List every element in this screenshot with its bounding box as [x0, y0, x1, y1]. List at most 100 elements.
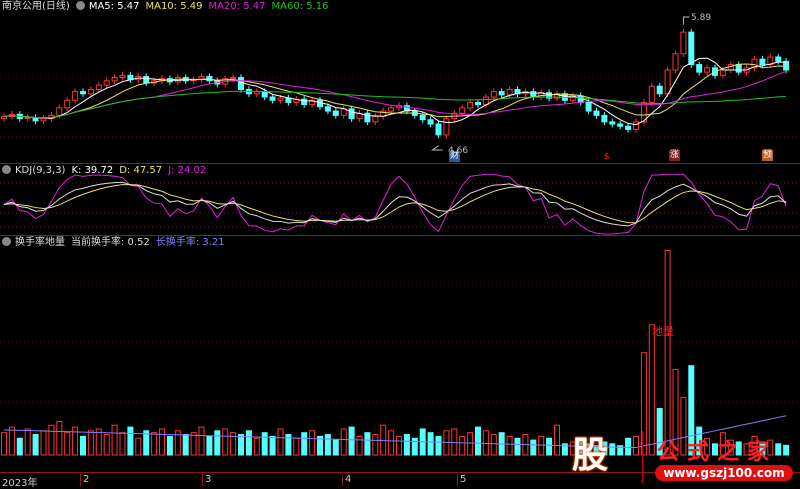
candle[interactable]	[388, 107, 395, 112]
candle[interactable]	[648, 85, 655, 103]
candle[interactable]	[593, 110, 600, 116]
candle[interactable]	[143, 75, 150, 84]
turnover-bar[interactable]	[332, 439, 339, 456]
chart-canvas[interactable]	[0, 0, 800, 487]
candle[interactable]	[372, 115, 379, 123]
turnover-bar[interactable]	[451, 428, 458, 456]
turnover-bar[interactable]	[111, 424, 118, 456]
turnover-bar[interactable]	[546, 437, 553, 456]
candle[interactable]	[119, 74, 126, 79]
candle[interactable]	[672, 53, 679, 71]
rise-badge[interactable]: 涨	[669, 150, 681, 161]
turnover-bar[interactable]	[253, 437, 260, 456]
turnover-bar[interactable]	[135, 437, 142, 456]
dollar-badge[interactable]: $	[603, 152, 611, 163]
turnover-bar[interactable]	[514, 437, 521, 456]
candle[interactable]	[459, 107, 466, 114]
turnover-bar[interactable]	[8, 426, 15, 456]
candle[interactable]	[617, 123, 624, 127]
candle[interactable]	[467, 101, 474, 109]
candle[interactable]	[103, 80, 110, 86]
candle[interactable]	[585, 101, 592, 112]
turnover-bar[interactable]	[206, 435, 213, 456]
candle[interactable]	[1, 115, 7, 120]
turnover-bar[interactable]	[151, 432, 158, 456]
turnover-bar[interactable]	[245, 430, 252, 456]
turnover-bar[interactable]	[80, 435, 86, 456]
turnover-bar[interactable]	[348, 426, 355, 456]
turnover-bar[interactable]	[396, 435, 402, 456]
candle[interactable]	[269, 96, 276, 101]
candle[interactable]	[324, 106, 331, 112]
candle[interactable]	[348, 108, 355, 120]
candle[interactable]	[475, 101, 481, 106]
finance-badge[interactable]: 财	[449, 151, 461, 162]
turnover-bar[interactable]	[87, 430, 94, 456]
turnover-bar[interactable]	[119, 432, 126, 456]
candle[interactable]	[253, 91, 260, 95]
turnover-bar[interactable]	[261, 432, 268, 456]
turnover-bar[interactable]	[372, 434, 379, 456]
candle[interactable]	[111, 77, 118, 82]
candle[interactable]	[261, 91, 268, 98]
turnover-bar[interactable]	[269, 435, 276, 456]
candle[interactable]	[56, 107, 63, 116]
turnover-bar[interactable]	[403, 434, 410, 456]
turnover-bar[interactable]	[190, 432, 197, 456]
turnover-bar[interactable]	[459, 435, 466, 456]
candle[interactable]	[735, 64, 742, 73]
turnover-bar[interactable]	[340, 428, 347, 456]
turnover-bar[interactable]	[238, 434, 244, 456]
turnover-bar[interactable]	[506, 435, 513, 456]
candle[interactable]	[332, 110, 339, 116]
turnover-bar[interactable]	[664, 249, 671, 456]
candle[interactable]	[609, 121, 616, 125]
candle[interactable]	[301, 98, 308, 106]
turnover-bar[interactable]	[467, 432, 474, 456]
turnover-bar[interactable]	[166, 435, 173, 456]
turnover-bar[interactable]	[64, 432, 71, 456]
turnover-bar[interactable]	[324, 434, 331, 456]
candle[interactable]	[427, 119, 434, 125]
turnover-bar[interactable]	[56, 421, 63, 456]
turnover-bar[interactable]	[1, 432, 7, 456]
candle[interactable]	[490, 91, 497, 98]
candle[interactable]	[680, 31, 687, 55]
candle[interactable]	[443, 118, 450, 136]
turnover-bar[interactable]	[103, 434, 110, 456]
candle[interactable]	[719, 69, 726, 76]
turnover-bar[interactable]	[182, 434, 189, 456]
turnover-bar[interactable]	[72, 426, 79, 456]
turnover-bar[interactable]	[214, 430, 221, 456]
candle[interactable]	[87, 88, 94, 95]
turnover-bar[interactable]	[16, 437, 23, 456]
turnover-bar[interactable]	[198, 426, 205, 456]
turnover-bar[interactable]	[301, 432, 308, 456]
turnover-bar[interactable]	[309, 430, 316, 456]
candle[interactable]	[72, 91, 79, 101]
candle[interactable]	[656, 85, 663, 95]
turnover-bar[interactable]	[482, 430, 489, 456]
candle[interactable]	[340, 108, 347, 116]
turnover-bar[interactable]	[435, 435, 442, 456]
turnover-bar[interactable]	[530, 439, 537, 456]
forecast-badge[interactable]: 预	[762, 150, 774, 161]
candle[interactable]	[775, 56, 782, 62]
turnover-bar[interactable]	[159, 428, 165, 456]
turnover-bar[interactable]	[411, 437, 418, 456]
candle[interactable]	[664, 69, 671, 95]
turnover-bar[interactable]	[277, 428, 284, 456]
candle[interactable]	[238, 77, 244, 90]
candle[interactable]	[498, 91, 505, 96]
candle[interactable]	[40, 118, 47, 122]
candle[interactable]	[696, 64, 703, 73]
candle[interactable]	[80, 91, 86, 95]
candle[interactable]	[64, 99, 71, 109]
candle[interactable]	[364, 112, 371, 123]
turnover-bar[interactable]	[388, 430, 395, 456]
candle[interactable]	[688, 31, 695, 66]
candle[interactable]	[601, 114, 608, 123]
turnover-bar[interactable]	[40, 430, 47, 456]
turnover-bar[interactable]	[293, 437, 300, 456]
turnover-bar[interactable]	[48, 424, 55, 456]
